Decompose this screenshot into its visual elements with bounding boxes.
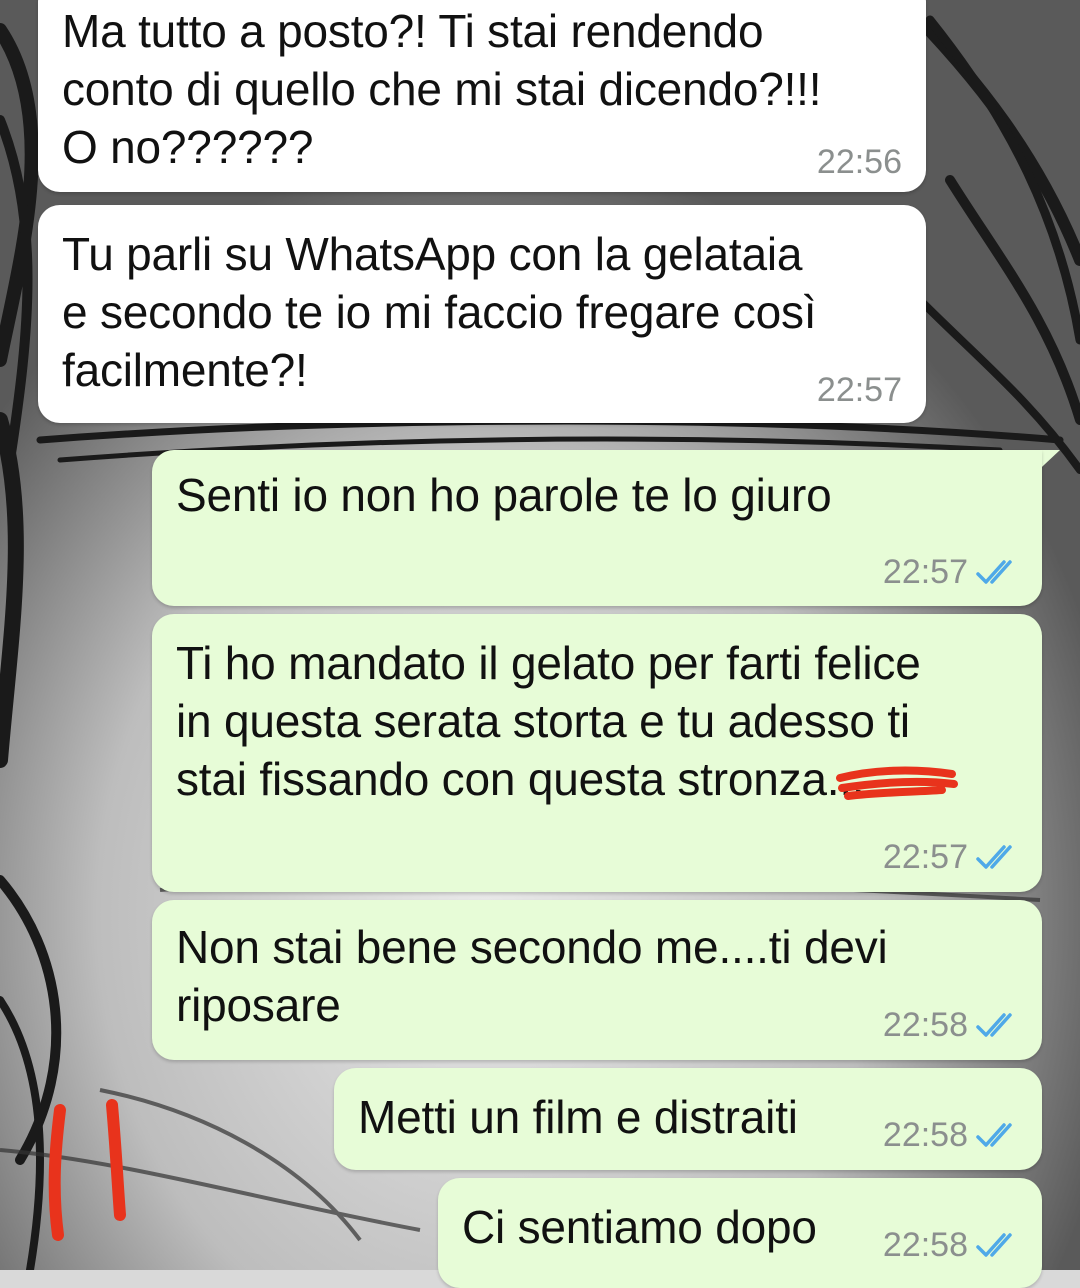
message-timestamp: 22:58 <box>882 1116 968 1154</box>
message-bubble-outgoing[interactable]: Metti un film e distraiti 22:58 <box>334 1068 1042 1170</box>
message-timestamp: 22:56 <box>816 143 902 181</box>
message-text: Ci sentiamo dopo <box>462 1201 817 1253</box>
message-timestamp: 22:57 <box>816 371 902 409</box>
message-timestamp: 22:57 <box>882 838 968 876</box>
message-bubble-incoming[interactable]: Tu parli su WhatsApp con la gelataia e s… <box>38 205 926 423</box>
double-check-icon <box>976 1123 1012 1147</box>
message-text: Ma tutto a posto?! Ti stai rendendo cont… <box>62 5 822 173</box>
double-check-icon <box>976 560 1012 584</box>
message-text: Metti un film e distraiti <box>358 1091 798 1143</box>
message-bubble-outgoing[interactable]: Senti io non ho parole te lo giuro 22:57 <box>152 450 1042 606</box>
message-bubble-outgoing[interactable]: Ci sentiamo dopo 22:58 <box>438 1178 1042 1288</box>
message-text: Senti io non ho parole te lo giuro <box>176 469 832 521</box>
double-check-icon <box>976 1233 1012 1257</box>
message-bubble-outgoing[interactable]: Ti ho mandato il gelato per farti felice… <box>152 614 1042 892</box>
double-check-icon <box>976 1013 1012 1037</box>
message-text: Non stai bene secondo me....ti devi ripo… <box>176 921 888 1031</box>
message-timestamp: 22:58 <box>882 1006 968 1044</box>
redaction-scribble <box>836 766 958 800</box>
message-bubble-outgoing[interactable]: Non stai bene secondo me....ti devi ripo… <box>152 900 1042 1060</box>
message-bubble-incoming[interactable]: Ma tutto a posto?! Ti stai rendendo cont… <box>38 0 926 192</box>
message-timestamp: 22:57 <box>882 553 968 591</box>
message-timestamp: 22:58 <box>882 1226 968 1264</box>
double-check-icon <box>976 845 1012 869</box>
message-text: Ti ho mandato il gelato per farti felice… <box>176 637 921 805</box>
message-text: Tu parli su WhatsApp con la gelataia e s… <box>62 228 817 396</box>
